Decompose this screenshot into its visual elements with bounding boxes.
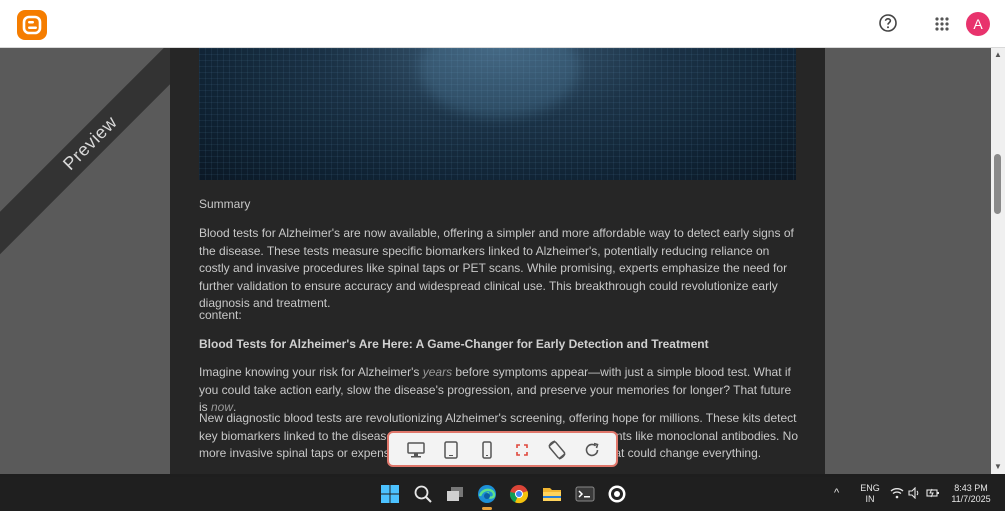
preview-right-panel [825,48,991,474]
preview-stage: Preview Summary Blood tests for Alzheime… [0,48,991,474]
apps-grid-icon[interactable] [934,16,950,32]
region-code: IN [865,494,875,504]
preview-side-panel: Preview [0,48,204,474]
language-code: ENG [860,483,880,493]
windows-taskbar: ^ ENG IN 8:43 PM 11/7/2025 [0,477,1005,511]
para1-text-a: Imagine knowing your risk for Alzheimer'… [199,365,423,379]
edge-icon[interactable] [476,483,498,510]
summary-text: Blood tests for Alzheimer's are now avai… [199,226,794,310]
input-language[interactable]: ENG IN [858,483,882,505]
rotate-icon[interactable] [547,440,567,460]
content-label: content: [199,308,242,322]
chrome-icon[interactable] [508,483,530,505]
phone-icon[interactable] [477,440,497,460]
article-paragraph-1: Imagine knowing your risk for Alzheimer'… [199,364,799,417]
fullscreen-icon[interactable] [512,440,532,460]
windows-start-icon[interactable] [379,483,401,505]
desktop-icon[interactable] [406,440,426,460]
app-icon[interactable] [606,483,628,505]
refresh-icon[interactable] [582,440,602,460]
blogger-logo-icon[interactable] [17,10,47,40]
show-hidden-icons-icon[interactable]: ^ [834,488,839,499]
clock[interactable]: 8:43 PM 11/7/2025 [946,483,996,505]
scrollbar-thumb[interactable] [994,154,1001,214]
search-icon[interactable] [412,483,434,505]
para1-emphasis-years: years [422,365,453,379]
summary-label: Summary [199,197,251,211]
post-hero-image [199,48,796,180]
tablet-icon[interactable] [441,440,461,460]
terminal-icon[interactable] [574,483,596,505]
top-app-bar: A [0,0,1005,48]
task-view-icon[interactable] [444,483,466,505]
scroll-up-icon[interactable]: ▲ [994,51,1002,59]
help-circle-icon[interactable] [878,13,898,33]
vertical-scrollbar[interactable]: ▲ ▼ [991,48,1005,474]
wifi-icon[interactable] [890,487,904,502]
battery-icon[interactable] [926,487,940,502]
avatar[interactable]: A [966,12,990,36]
scroll-down-icon[interactable]: ▼ [994,463,1002,471]
post-preview-content: Summary Blood tests for Alzheimer's are … [170,48,825,474]
clock-date: 11/7/2025 [951,494,991,504]
volume-icon[interactable] [908,486,922,502]
clock-time: 8:43 PM [954,483,988,493]
article-title: Blood Tests for Alzheimer's Are Here: A … [199,337,709,351]
device-preview-toolbar [387,431,618,467]
file-explorer-icon[interactable] [541,483,563,505]
